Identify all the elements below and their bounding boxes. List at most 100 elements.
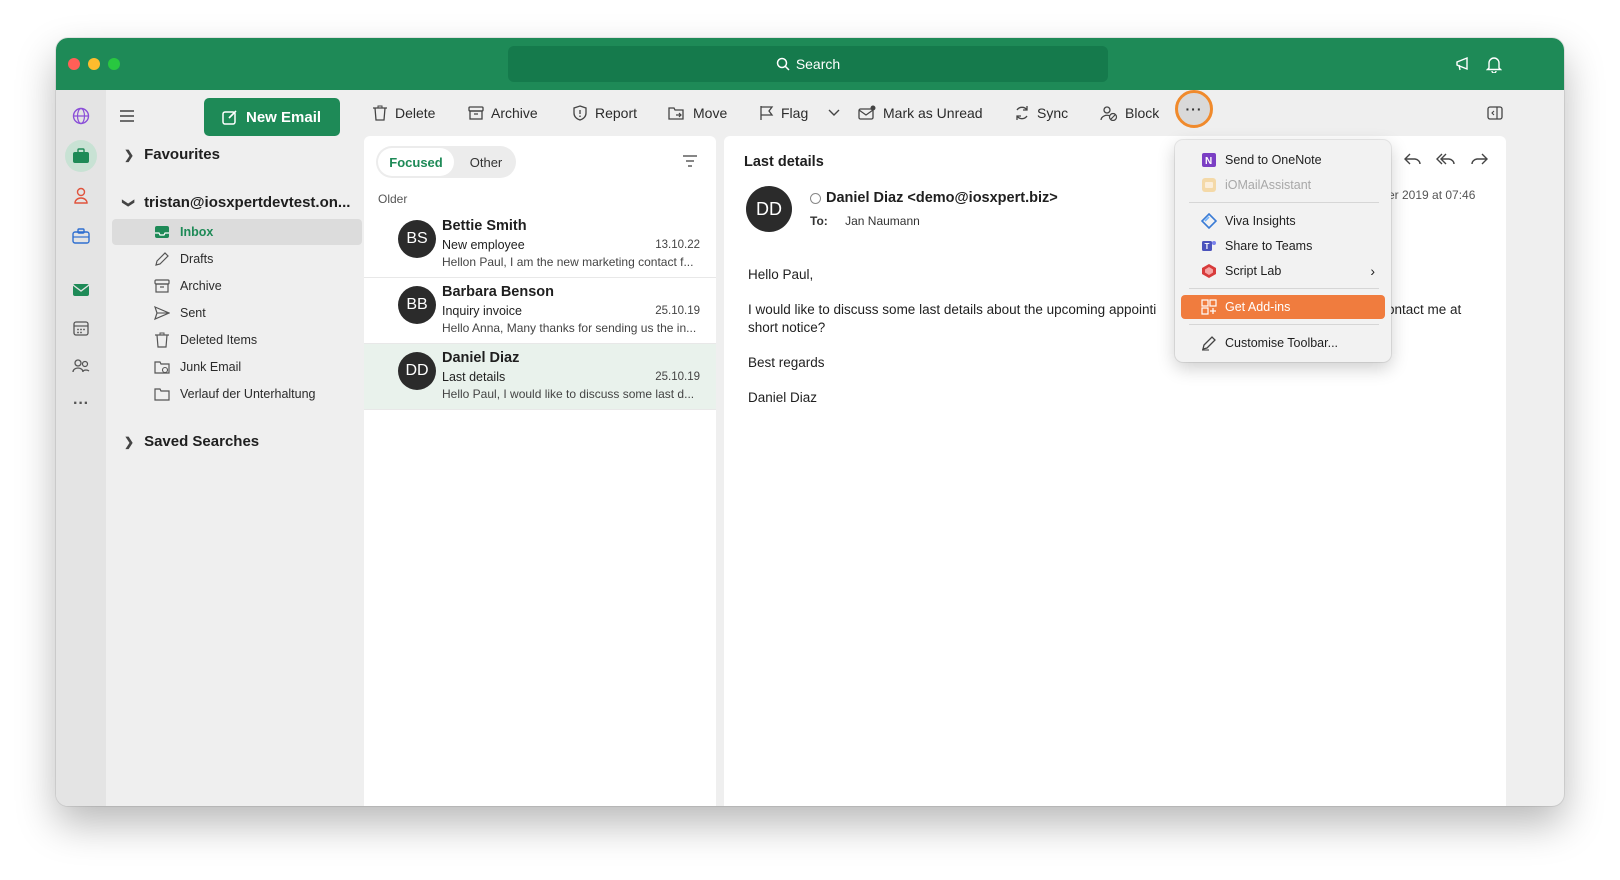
- email-from[interactable]: Daniel Diaz <demo@iosxpert.biz>: [810, 190, 1058, 206]
- delete-button[interactable]: Delete: [372, 90, 435, 136]
- globe-icon[interactable]: [65, 100, 97, 132]
- briefcase-icon[interactable]: [65, 140, 97, 172]
- compose-icon: [222, 110, 237, 125]
- reply-actions: [1404, 152, 1488, 166]
- menu-item-label: Share to Teams: [1225, 239, 1313, 253]
- command-toolbar: Delete Archive Report Move Flag Mark as …: [364, 90, 1564, 136]
- more-options-menu: N Send to OneNote iOMailAssistant Viva I…: [1175, 140, 1391, 362]
- bell-icon[interactable]: [1484, 54, 1504, 74]
- move-button[interactable]: Move: [668, 90, 727, 136]
- archive-label: Archive: [491, 105, 538, 121]
- more-options-label: ···: [1185, 101, 1203, 117]
- mark-as-unread-label: Mark as Unread: [883, 105, 983, 121]
- onenote-icon: N: [1201, 152, 1217, 168]
- avatar: BS: [398, 220, 436, 258]
- forward-icon[interactable]: [1470, 152, 1488, 166]
- chevron-right-icon: ❯: [124, 147, 135, 162]
- email-date: er 2019 at 07:46: [1388, 188, 1476, 202]
- calendar-icon[interactable]: [65, 312, 97, 344]
- report-button[interactable]: Report: [572, 90, 637, 136]
- folder-icon: [154, 388, 170, 401]
- search-bar[interactable]: Search: [508, 46, 1108, 82]
- body-signature: Daniel Diaz: [748, 390, 818, 405]
- reply-icon[interactable]: [1404, 152, 1422, 166]
- menu-item-label: Script Lab: [1225, 264, 1282, 278]
- favourites-label: Favourites: [144, 146, 220, 163]
- zoom-window-button[interactable]: [108, 58, 120, 70]
- account-section[interactable]: ❯ tristan@iosxpertdevtest.on...: [122, 194, 350, 211]
- viva-insights-icon: [1201, 213, 1217, 229]
- menu-item-send-to-onenote[interactable]: N Send to OneNote: [1181, 148, 1385, 172]
- folder-sent[interactable]: Sent: [112, 300, 362, 326]
- toolbox-icon[interactable]: [65, 220, 97, 252]
- folder-label: Archive: [180, 279, 222, 293]
- menu-item-viva-insights[interactable]: Viva Insights: [1181, 209, 1385, 233]
- submenu-arrow-icon: ›: [1370, 263, 1375, 279]
- inbox-tab-switcher: Focused Other: [376, 146, 516, 178]
- menu-item-label: Viva Insights: [1225, 214, 1296, 228]
- menu-item-customise-toolbar[interactable]: Customise Toolbar...: [1181, 331, 1385, 355]
- outlook-window: Search ··· New Email ❯ Favourites ❯ tris…: [56, 38, 1564, 806]
- menu-item-share-to-teams[interactable]: T Share to Teams: [1181, 234, 1385, 258]
- message-date: 25.10.19: [655, 305, 700, 317]
- saved-searches-section[interactable]: ❯ Saved Searches: [124, 433, 259, 450]
- archive-button[interactable]: Archive: [468, 90, 538, 136]
- menu-item-script-lab[interactable]: Script Lab ›: [1181, 259, 1385, 283]
- reading-pane-toggle-icon[interactable]: [1487, 106, 1503, 120]
- message-preview: Hellon Paul, I am the new marketing cont…: [442, 255, 694, 269]
- contacts-icon[interactable]: [65, 350, 97, 382]
- block-label: Block: [1125, 105, 1160, 121]
- list-item[interactable]: BS Bettie Smith New employee 13.10.22 He…: [364, 212, 716, 278]
- avatar: BB: [398, 286, 436, 324]
- email-subject: Last details: [744, 154, 824, 170]
- hamburger-icon[interactable]: [118, 107, 136, 125]
- sync-button[interactable]: Sync: [1014, 90, 1068, 136]
- sync-label: Sync: [1037, 105, 1069, 121]
- menu-item-label: iOMailAssistant: [1225, 178, 1312, 192]
- junk-folder-icon: [154, 361, 170, 374]
- people-icon[interactable]: [65, 180, 97, 212]
- svg-text:T: T: [1205, 242, 1210, 251]
- close-window-button[interactable]: [68, 58, 80, 70]
- block-button[interactable]: Block: [1100, 90, 1159, 136]
- list-item[interactable]: BB Barbara Benson Inquiry invoice 25.10.…: [364, 278, 716, 344]
- megaphone-icon[interactable]: [1454, 54, 1474, 74]
- folder-drafts[interactable]: Drafts: [112, 246, 362, 272]
- folder-junk-email[interactable]: Junk Email: [112, 354, 362, 380]
- folder-archive[interactable]: Archive: [112, 273, 362, 299]
- menu-separator: [1189, 288, 1379, 289]
- more-options-button[interactable]: ···: [1175, 90, 1213, 128]
- svg-text:N: N: [1205, 156, 1212, 167]
- folder-inbox[interactable]: Inbox: [112, 219, 362, 245]
- menu-item-get-add-ins[interactable]: Get Add-ins: [1181, 295, 1385, 319]
- folder-deleted-items[interactable]: Deleted Items: [112, 327, 362, 353]
- sender-name: Bettie Smith: [442, 218, 527, 234]
- minimize-window-button[interactable]: [88, 58, 100, 70]
- flag-label: Flag: [781, 105, 809, 121]
- from-address: Daniel Diaz <demo@iosxpert.biz>: [826, 190, 1058, 206]
- to-recipient[interactable]: Jan Naumann: [845, 214, 920, 228]
- new-email-button[interactable]: New Email: [204, 98, 340, 136]
- add-ins-icon: [1201, 299, 1217, 315]
- block-user-icon: [1100, 106, 1118, 121]
- chevron-right-icon: ❯: [124, 434, 135, 449]
- folder-conversation-history[interactable]: Verlauf der Unterhaltung: [112, 381, 362, 407]
- mark-as-unread-button[interactable]: Mark as Unread: [858, 90, 983, 136]
- menu-item-label: Send to OneNote: [1225, 153, 1322, 167]
- reply-all-icon[interactable]: [1436, 152, 1456, 166]
- favourites-section[interactable]: ❯ Favourites: [124, 146, 220, 163]
- delete-label: Delete: [395, 105, 436, 121]
- list-item[interactable]: DD Daniel Diaz Last details 25.10.19 Hel…: [364, 344, 716, 410]
- mail-icon[interactable]: [65, 274, 97, 306]
- tab-focused[interactable]: Focused: [378, 148, 454, 176]
- body-text-left: I would like to discuss some last detail…: [748, 302, 1157, 317]
- menu-item-iomailassistant: iOMailAssistant: [1181, 173, 1385, 197]
- search-label: Search: [795, 56, 841, 72]
- chevron-down-icon[interactable]: [827, 108, 841, 118]
- sender-avatar: DD: [746, 186, 792, 232]
- tab-other[interactable]: Other: [458, 148, 514, 176]
- message-preview: Hello Anna, Many thanks for sending us t…: [442, 321, 697, 335]
- flag-button[interactable]: Flag: [758, 90, 841, 136]
- filter-icon[interactable]: [682, 154, 698, 168]
- more-apps-icon[interactable]: ···: [65, 388, 97, 420]
